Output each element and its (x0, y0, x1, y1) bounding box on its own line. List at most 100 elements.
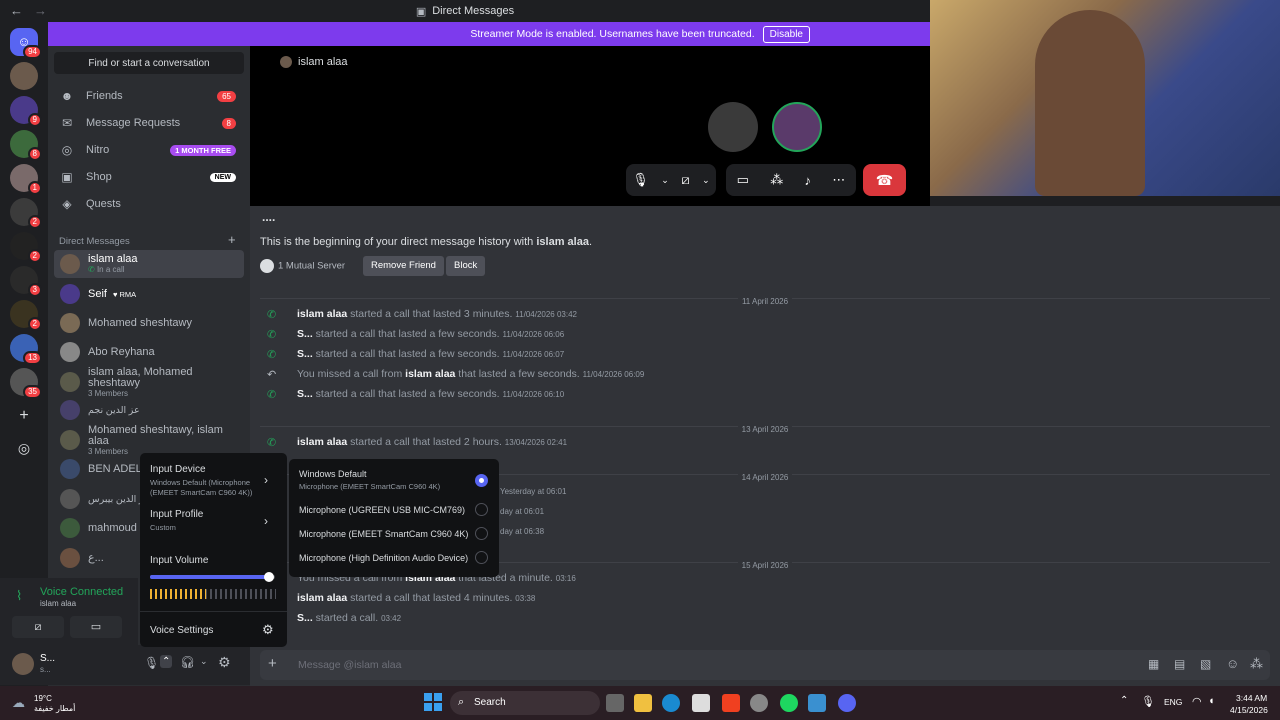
server-icon[interactable]: 2 (10, 300, 42, 331)
device-option[interactable]: Microphone (UGREEN USB MIC-CM769) (289, 499, 499, 521)
nav-message-requests[interactable]: ✉ Message Requests 8 (54, 111, 244, 135)
dm-item[interactable]: Mohamed sheshtawy (54, 309, 244, 337)
nav-quests[interactable]: ◈ Quests (54, 192, 244, 216)
video-off-button[interactable]: ⧄ (12, 616, 64, 638)
microphone-icon[interactable]: 🎙︎ (144, 656, 159, 670)
store-icon[interactable] (692, 694, 710, 712)
server-icon[interactable]: 1 (10, 164, 42, 195)
server-icon[interactable]: 13 (10, 334, 42, 365)
spotify-icon[interactable] (780, 694, 798, 712)
task-view-icon[interactable] (606, 694, 624, 712)
dm-item[interactable]: Seif ♥ RMA (54, 280, 244, 308)
volume-icon[interactable]: ◖ (1208, 695, 1215, 707)
call-message: S... started a call that lasted a few se… (297, 388, 565, 400)
chevron-down-icon[interactable]: ⌄ (661, 175, 669, 186)
app-icon[interactable] (808, 694, 826, 712)
dm-item[interactable]: Abo Reyhana (54, 338, 244, 366)
add-server-icon[interactable]: + (10, 402, 38, 430)
sticker-icon[interactable]: ▧ (1200, 657, 1211, 671)
more-icon[interactable]: ⋯ (832, 172, 845, 188)
window-title: Direct Messages (432, 5, 515, 17)
chevron-up-icon[interactable]: ⌃ (160, 655, 173, 668)
device-option[interactable]: Microphone (High Definition Audio Device… (289, 547, 499, 569)
dm-item[interactable]: عز الدين نجم (54, 396, 244, 424)
server-icon[interactable] (10, 62, 38, 90)
windows-start-icon[interactable] (424, 693, 442, 711)
gift-icon[interactable]: ▦ (1148, 657, 1159, 671)
discover-icon[interactable]: ◎ (10, 434, 38, 462)
dm-tag: ♥ RMA (112, 289, 137, 299)
home-button[interactable]: ☺ 94 (10, 28, 42, 59)
device-option[interactable]: Windows Default Microphone (EMEET SmartC… (289, 463, 499, 493)
dm-item[interactable]: islam alaa, Mohamed sheshtawy 3 Members (54, 366, 244, 398)
chrome-icon[interactable] (750, 694, 768, 712)
voice-settings-row[interactable]: Voice Settings ⚙ (140, 621, 287, 641)
server-icon[interactable]: 3 (10, 266, 42, 297)
clock-time[interactable]: 3:44 AM (1236, 693, 1267, 703)
clock-date[interactable]: 4/15/2026 (1230, 705, 1268, 715)
quests-icon: ◈ (62, 197, 72, 211)
brave-icon[interactable] (722, 694, 740, 712)
find-conversation-button[interactable]: Find or start a conversation (54, 52, 244, 74)
nav-shop[interactable]: ▣ Shop NEW (54, 165, 244, 189)
headphones-icon[interactable]: 🎧︎ (180, 655, 195, 669)
nav-friends[interactable]: ☻ Friends 65 (54, 84, 244, 108)
server-icon[interactable]: 2 (10, 232, 42, 263)
camera-off-icon[interactable]: ⧄ (681, 172, 689, 188)
attach-plus-icon[interactable]: + (268, 655, 277, 672)
dm-item[interactable]: Mohamed sheshtawy, islam alaa 3 Members (54, 424, 244, 456)
server-icon[interactable]: 8 (10, 130, 42, 161)
avatar[interactable] (12, 653, 34, 675)
participant-avatar[interactable] (708, 102, 758, 152)
input-profile-row[interactable]: Input Profile Custom › (140, 505, 287, 535)
soundboard-icon[interactable]: ♪ (805, 173, 812, 188)
back-arrow-icon[interactable]: ← (10, 3, 23, 18)
message-placeholder: Message @islam alaa (298, 659, 402, 671)
microphone-icon[interactable]: 🎙︎ (1141, 695, 1155, 708)
radio-selected[interactable] (475, 474, 488, 487)
gif-icon[interactable]: ▤ (1174, 657, 1185, 671)
chevron-down-icon[interactable]: ⌄ (200, 656, 208, 667)
hangup-button[interactable]: ☎ (863, 164, 906, 196)
radio-unselected[interactable] (475, 503, 488, 516)
edge-icon[interactable] (662, 694, 680, 712)
mutual-servers[interactable]: 1 Mutual Server (260, 259, 345, 273)
taskbar-search[interactable]: ⌕ Search (450, 691, 600, 715)
emoji-icon[interactable]: ☺ (1226, 656, 1239, 671)
radio-unselected[interactable] (475, 527, 488, 540)
input-volume-slider[interactable] (150, 572, 275, 582)
create-dm-plus-icon[interactable]: + (228, 232, 236, 247)
chevron-up-icon[interactable]: ⌃ (1120, 695, 1128, 706)
server-icon[interactable]: 35 (10, 368, 42, 399)
disable-streamer-button[interactable]: Disable (762, 25, 810, 43)
message-input[interactable]: + Message @islam alaa ▦ ▤ ▧ ☺ ⁂ (260, 650, 1270, 680)
avatar (60, 284, 80, 304)
call-area: islam alaa 🎙︎ ⌄ ⧄ ⌄ ▭ ⁂ ♪ ⋯ ☎ (250, 46, 930, 206)
radio-unselected[interactable] (475, 551, 488, 564)
video-off-icon: ⧄ (34, 621, 42, 633)
activities-icon[interactable]: ⁂ (770, 172, 783, 188)
weather-icon[interactable]: ☁ (12, 695, 25, 711)
settings-gear-icon[interactable]: ⚙ (218, 654, 231, 671)
server-badge: 94 (23, 45, 42, 59)
dm-item[interactable]: islam alaa ✆ In a call (54, 250, 244, 278)
microphone-icon[interactable]: 🎙︎ (632, 172, 649, 188)
input-device-row[interactable]: Input Device Windows Default (Microphone… (140, 459, 287, 499)
server-icon[interactable]: 2 (10, 198, 42, 229)
wifi-icon[interactable]: ◠ (1192, 695, 1202, 708)
screen-share-button[interactable]: ▭ (70, 616, 122, 638)
participant-avatar-speaking[interactable] (772, 102, 822, 152)
volume-handle[interactable] (263, 572, 274, 582)
apps-icon[interactable]: ⁂ (1250, 656, 1263, 672)
forward-arrow-icon[interactable]: → (34, 3, 47, 18)
remove-friend-button[interactable]: Remove Friend (363, 256, 444, 276)
discord-icon[interactable] (838, 694, 856, 712)
block-button[interactable]: Block (446, 256, 486, 276)
language-indicator[interactable]: ENG (1164, 697, 1182, 707)
device-option[interactable]: Microphone (EMEET SmartCam C960 4K) (289, 523, 499, 545)
nav-nitro[interactable]: ◎ Nitro 1 MONTH FREE (54, 138, 244, 162)
file-explorer-icon[interactable] (634, 694, 652, 712)
screen-share-icon[interactable]: ▭ (737, 172, 749, 188)
chevron-down-icon[interactable]: ⌄ (702, 175, 710, 186)
server-icon[interactable]: 9 (10, 96, 42, 127)
